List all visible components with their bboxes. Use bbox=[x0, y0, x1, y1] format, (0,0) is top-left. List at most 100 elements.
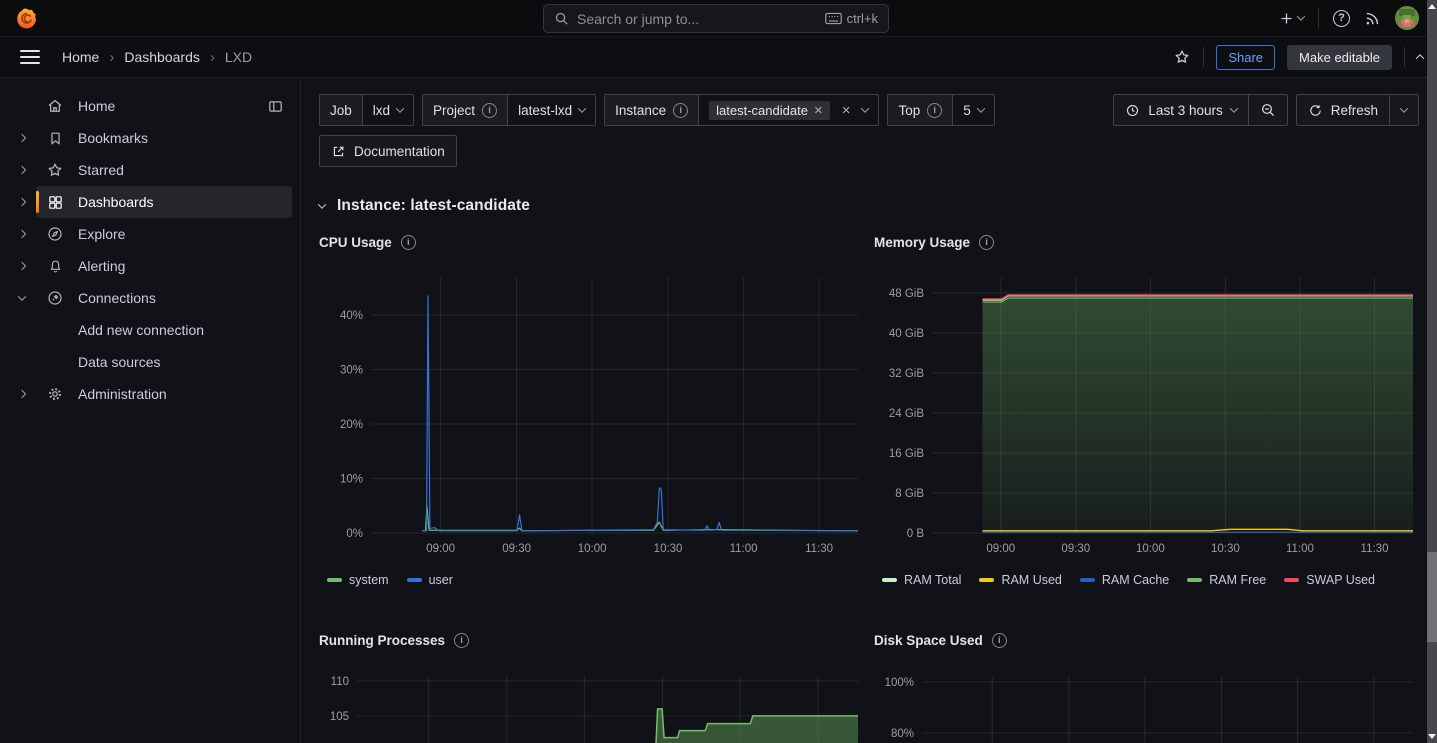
info-icon[interactable]: i bbox=[673, 103, 688, 118]
breadcrumb-home[interactable]: Home bbox=[62, 49, 99, 65]
cpu-usage-chart[interactable]: 0%10%20%30%40%09:0009:3010:0010:3011:001… bbox=[319, 274, 864, 565]
scrollbar-thumb[interactable] bbox=[1427, 552, 1437, 642]
share-button[interactable]: Share bbox=[1216, 45, 1275, 70]
legend-item[interactable]: RAM Free bbox=[1187, 573, 1266, 587]
refresh-button[interactable]: Refresh bbox=[1296, 94, 1390, 126]
refresh-group: Refresh bbox=[1296, 94, 1419, 126]
panel-header[interactable]: Disk Space Used i bbox=[874, 633, 1419, 648]
documentation-link[interactable]: Documentation bbox=[319, 135, 457, 167]
memory-usage-chart[interactable]: 0 B8 GiB16 GiB24 GiB32 GiB40 GiB48 GiB09… bbox=[874, 274, 1419, 565]
expand-bookmarks-icon[interactable] bbox=[8, 135, 36, 141]
legend-label: user bbox=[429, 573, 453, 587]
info-icon[interactable]: i bbox=[979, 235, 994, 250]
collapse-connections-icon[interactable] bbox=[8, 295, 36, 301]
svg-text:48 GiB: 48 GiB bbox=[889, 288, 924, 300]
panel-header[interactable]: Running Processes i bbox=[319, 633, 864, 648]
panel-header[interactable]: Memory Usage i bbox=[874, 235, 1419, 250]
sidebar-item-starred[interactable]: Starred bbox=[36, 154, 292, 186]
favorite-button[interactable] bbox=[1173, 48, 1191, 66]
make-editable-button[interactable]: Make editable bbox=[1287, 45, 1392, 70]
svg-text:11:30: 11:30 bbox=[1361, 543, 1389, 555]
panel-title: Running Processes bbox=[319, 633, 445, 648]
collapse-sidebar-icon[interactable] bbox=[267, 98, 284, 115]
sidebar-item-add-new-connection[interactable]: Add new connection bbox=[36, 314, 292, 346]
plug-icon bbox=[46, 289, 64, 307]
info-icon[interactable]: i bbox=[482, 103, 497, 118]
row-instance-latest-candidate[interactable]: Instance: latest-candidate bbox=[319, 197, 1419, 215]
info-icon[interactable]: i bbox=[401, 235, 416, 250]
divider bbox=[1404, 47, 1405, 67]
disk-space-used-chart[interactable]: 80%100% bbox=[874, 672, 1419, 743]
project-value: latest-lxd bbox=[518, 103, 572, 118]
sidebar-item-home[interactable]: Home bbox=[36, 90, 292, 122]
sidebar-item-label: Home bbox=[78, 98, 115, 114]
time-range-picker[interactable]: Last 3 hours bbox=[1113, 94, 1248, 126]
legend-item[interactable]: RAM Cache bbox=[1080, 573, 1169, 587]
svg-text:105: 105 bbox=[330, 711, 349, 723]
external-link-icon bbox=[331, 144, 346, 159]
sidebar: Home Bookmarks bbox=[0, 78, 301, 743]
svg-text:20%: 20% bbox=[340, 419, 363, 431]
add-new-button[interactable] bbox=[1279, 11, 1304, 26]
legend-item[interactable]: user bbox=[407, 573, 453, 587]
remove-chip-icon[interactable]: × bbox=[814, 103, 823, 118]
news-button[interactable] bbox=[1364, 10, 1381, 27]
expand-administration-icon[interactable] bbox=[8, 391, 36, 397]
instance-chip[interactable]: latest-candidate × bbox=[709, 101, 830, 120]
help-icon: ? bbox=[1333, 10, 1350, 27]
avatar[interactable] bbox=[1395, 6, 1419, 30]
shortcut-label: ctrl+k bbox=[847, 11, 878, 26]
memory-usage-legend: RAM Total RAM Used RAM Cache RAM Free SWAP U… bbox=[874, 573, 1419, 587]
legend-label: SWAP Used bbox=[1306, 573, 1375, 587]
star-icon bbox=[46, 161, 64, 179]
grafana-logo-icon[interactable] bbox=[14, 6, 39, 31]
job-select[interactable]: lxd bbox=[362, 94, 414, 126]
clear-icon[interactable]: × bbox=[842, 103, 851, 118]
sidebar-item-alerting[interactable]: Alerting bbox=[36, 250, 292, 282]
svg-text:0 B: 0 B bbox=[907, 528, 925, 540]
scroll-down-icon[interactable] bbox=[1428, 734, 1436, 739]
legend-item[interactable]: RAM Used bbox=[979, 573, 1061, 587]
dashboard-content: Job lxd Project i latest-lxd bbox=[301, 78, 1437, 743]
refresh-interval-button[interactable] bbox=[1389, 94, 1419, 126]
top-select[interactable]: 5 bbox=[952, 94, 995, 126]
keyboard-icon bbox=[825, 12, 842, 25]
info-icon[interactable]: i bbox=[992, 633, 1007, 648]
legend-item[interactable]: RAM Total bbox=[882, 573, 961, 587]
sidebar-item-dashboards[interactable]: Dashboards bbox=[36, 186, 292, 218]
project-select[interactable]: latest-lxd bbox=[507, 94, 596, 126]
expand-alerting-icon[interactable] bbox=[8, 263, 36, 269]
menu-icon[interactable] bbox=[20, 50, 40, 64]
chevron-down-icon bbox=[1400, 104, 1408, 112]
expand-dashboards-icon[interactable] bbox=[8, 199, 36, 205]
panel-header[interactable]: CPU Usage i bbox=[319, 235, 864, 250]
legend-label: system bbox=[349, 573, 389, 587]
breadcrumb-dashboards[interactable]: Dashboards bbox=[124, 49, 200, 65]
expand-starred-icon[interactable] bbox=[8, 167, 36, 173]
expand-explore-icon[interactable] bbox=[8, 231, 36, 237]
sidebar-item-administration[interactable]: Administration bbox=[36, 378, 292, 410]
zoom-out-button[interactable] bbox=[1248, 94, 1288, 126]
zoom-out-icon bbox=[1260, 102, 1276, 118]
top-value: 5 bbox=[963, 103, 971, 118]
legend-item[interactable]: SWAP Used bbox=[1284, 573, 1375, 587]
sidebar-item-data-sources[interactable]: Data sources bbox=[36, 346, 292, 378]
svg-text:16 GiB: 16 GiB bbox=[889, 448, 924, 460]
legend-item[interactable]: system bbox=[327, 573, 389, 587]
svg-text:0%: 0% bbox=[346, 528, 363, 540]
grafana-app: Search or jump to... ctrl+k ? bbox=[0, 0, 1437, 743]
search-input[interactable]: Search or jump to... ctrl+k bbox=[543, 4, 889, 33]
collapse-toolbar-button[interactable] bbox=[1417, 54, 1423, 60]
sidebar-item-bookmarks[interactable]: Bookmarks bbox=[36, 122, 292, 154]
instance-select[interactable]: latest-candidate × × bbox=[698, 94, 879, 126]
info-icon[interactable]: i bbox=[927, 103, 942, 118]
gear-icon bbox=[46, 385, 64, 403]
scrollbar[interactable] bbox=[1427, 0, 1437, 743]
info-icon[interactable]: i bbox=[454, 633, 469, 648]
scroll-up-icon[interactable] bbox=[1428, 4, 1436, 9]
sidebar-item-explore[interactable]: Explore bbox=[36, 218, 292, 250]
help-button[interactable]: ? bbox=[1333, 10, 1350, 27]
shortcut-hint: ctrl+k bbox=[825, 11, 878, 26]
running-processes-chart[interactable]: 100105110 bbox=[319, 672, 864, 743]
sidebar-item-connections[interactable]: Connections bbox=[36, 282, 292, 314]
